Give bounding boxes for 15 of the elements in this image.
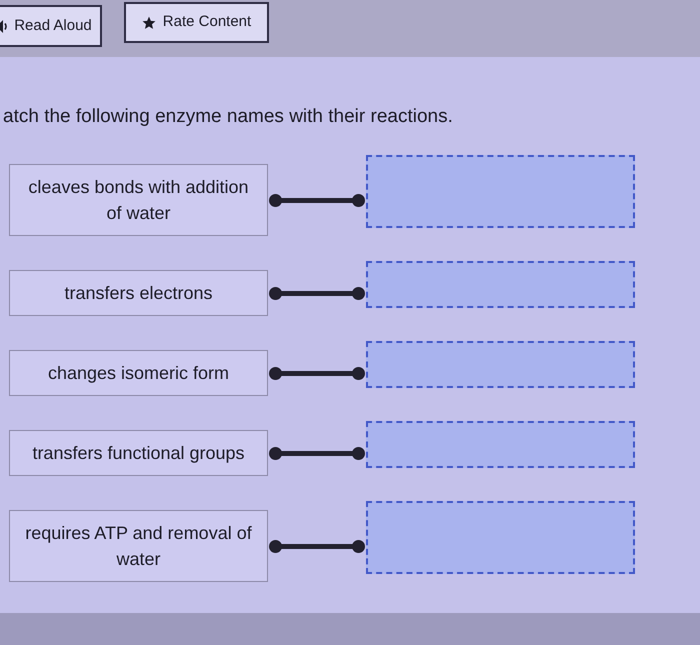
connector-icon[interactable] bbox=[269, 366, 365, 380]
connector-icon[interactable] bbox=[269, 194, 365, 206]
enzyme-term-card[interactable]: cleaves bonds with addition of water bbox=[9, 164, 268, 236]
connector-icon[interactable] bbox=[269, 286, 365, 300]
enzyme-term-card[interactable]: changes isomeric form bbox=[9, 350, 268, 396]
enzyme-term-card[interactable]: transfers electrons bbox=[9, 270, 268, 316]
connector-icon[interactable] bbox=[269, 446, 365, 460]
connector-icon[interactable] bbox=[269, 540, 365, 552]
rate-content-button[interactable]: Rate Content bbox=[124, 2, 269, 43]
star-icon bbox=[142, 16, 156, 30]
question-prompt: atch the following enzyme names with their reactions. bbox=[3, 106, 454, 128]
enzyme-term-card[interactable]: requires ATP and removal of water bbox=[9, 510, 268, 582]
read-aloud-button[interactable]: Read Aloud bbox=[0, 5, 102, 47]
speaker-icon bbox=[0, 20, 8, 32]
enzyme-term-card[interactable]: transfers functional groups bbox=[9, 430, 268, 476]
